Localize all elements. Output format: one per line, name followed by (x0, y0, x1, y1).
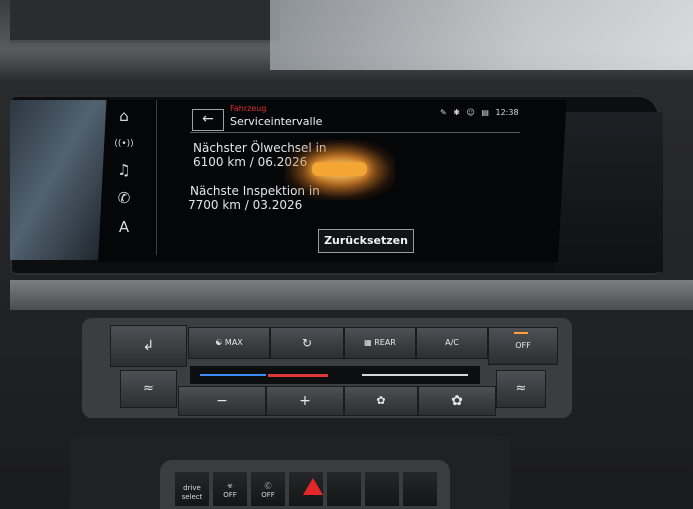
back-button[interactable]: ← (192, 109, 224, 131)
bluetooth-icon: ✱ (453, 108, 460, 117)
fan-up-button[interactable]: ✿ (418, 386, 496, 416)
fan-down-button[interactable]: ✿ (344, 386, 418, 416)
clock: 12:38 (495, 108, 519, 117)
breadcrumb: Fahrzeug (230, 104, 267, 113)
seat-heating-left-button[interactable]: ≈ (120, 370, 177, 408)
main-menu-sidebar: ⌂ ((•)) ♫ ✆ A (100, 100, 157, 255)
car-recirculation-icon: ↻ (301, 336, 313, 350)
fan-level-indicator (362, 374, 468, 376)
seat-heat-right-icon: ≈ (515, 381, 527, 396)
parking-sensor-off-button[interactable]: ☣ OFF (213, 472, 247, 506)
hazard-icon (303, 478, 323, 495)
status-bar: ✎ ✱ ☺ ▤ 12:38 (440, 108, 523, 117)
windshield-reflection (270, 0, 693, 70)
temp-down-button[interactable]: − (178, 386, 266, 416)
temp-up-button[interactable]: + (266, 386, 344, 416)
defrost-icon: ☯ (215, 338, 223, 347)
blank-button-1[interactable] (327, 472, 361, 506)
ac-button[interactable]: A/C (416, 327, 488, 359)
recirculation-button[interactable]: ↻ (270, 327, 344, 359)
seat-heating-right-button[interactable]: ≈ (496, 370, 546, 408)
dashboard-trim (10, 280, 693, 310)
inspection-value: 7700 km / 03.2026 (188, 198, 303, 212)
music-icon[interactable]: ♫ (112, 160, 136, 180)
left-temp-indicator (200, 374, 266, 376)
home-icon[interactable]: ⌂ (112, 106, 136, 126)
phone-icon[interactable]: ✆ (112, 188, 136, 208)
drive-select-button[interactable]: drive select (175, 472, 209, 506)
defrost-max-button[interactable]: ☯ MAX (188, 327, 270, 359)
seat-icon: ↲ (142, 338, 155, 354)
seat-heat-icon: ≈ (143, 381, 154, 396)
message-icon: ✎ (440, 108, 447, 117)
upper-air-vent (10, 0, 280, 43)
page-title: Serviceintervalle (230, 115, 323, 128)
start-stop-off-button[interactable]: Ⓒ OFF (251, 472, 285, 506)
left-temp-warm-indicator (268, 374, 328, 377)
reset-button[interactable]: Zurücksetzen (318, 229, 414, 253)
fan-small-icon: ✿ (376, 394, 386, 407)
rear-defrost-button[interactable]: ▦ REAR (344, 327, 416, 359)
car-dashboard: ⌂ ((•)) ♫ ✆ A ← Fahrzeug Serviceinterval… (0, 0, 693, 509)
parking-sensor-icon: ☣ (226, 482, 234, 490)
fan-large-icon: ✿ (451, 393, 463, 409)
rear-defrost-icon: ▦ (364, 338, 372, 347)
off-indicator-light (514, 332, 528, 334)
light-glare-core (312, 162, 367, 176)
blank-button-2[interactable] (365, 472, 399, 506)
blank-button-3[interactable] (403, 472, 437, 506)
right-display-glass (555, 112, 663, 272)
signal-icon: ▤ (481, 108, 489, 117)
navigation-icon[interactable]: A (112, 217, 136, 237)
instrument-glass-reflection (10, 100, 110, 260)
user-icon: ☺ (466, 108, 475, 117)
start-stop-icon: Ⓒ (264, 482, 272, 490)
header-divider (190, 132, 520, 133)
seat-ventilation-button[interactable]: ↲ (110, 325, 187, 367)
radio-icon[interactable]: ((•)) (112, 134, 136, 154)
